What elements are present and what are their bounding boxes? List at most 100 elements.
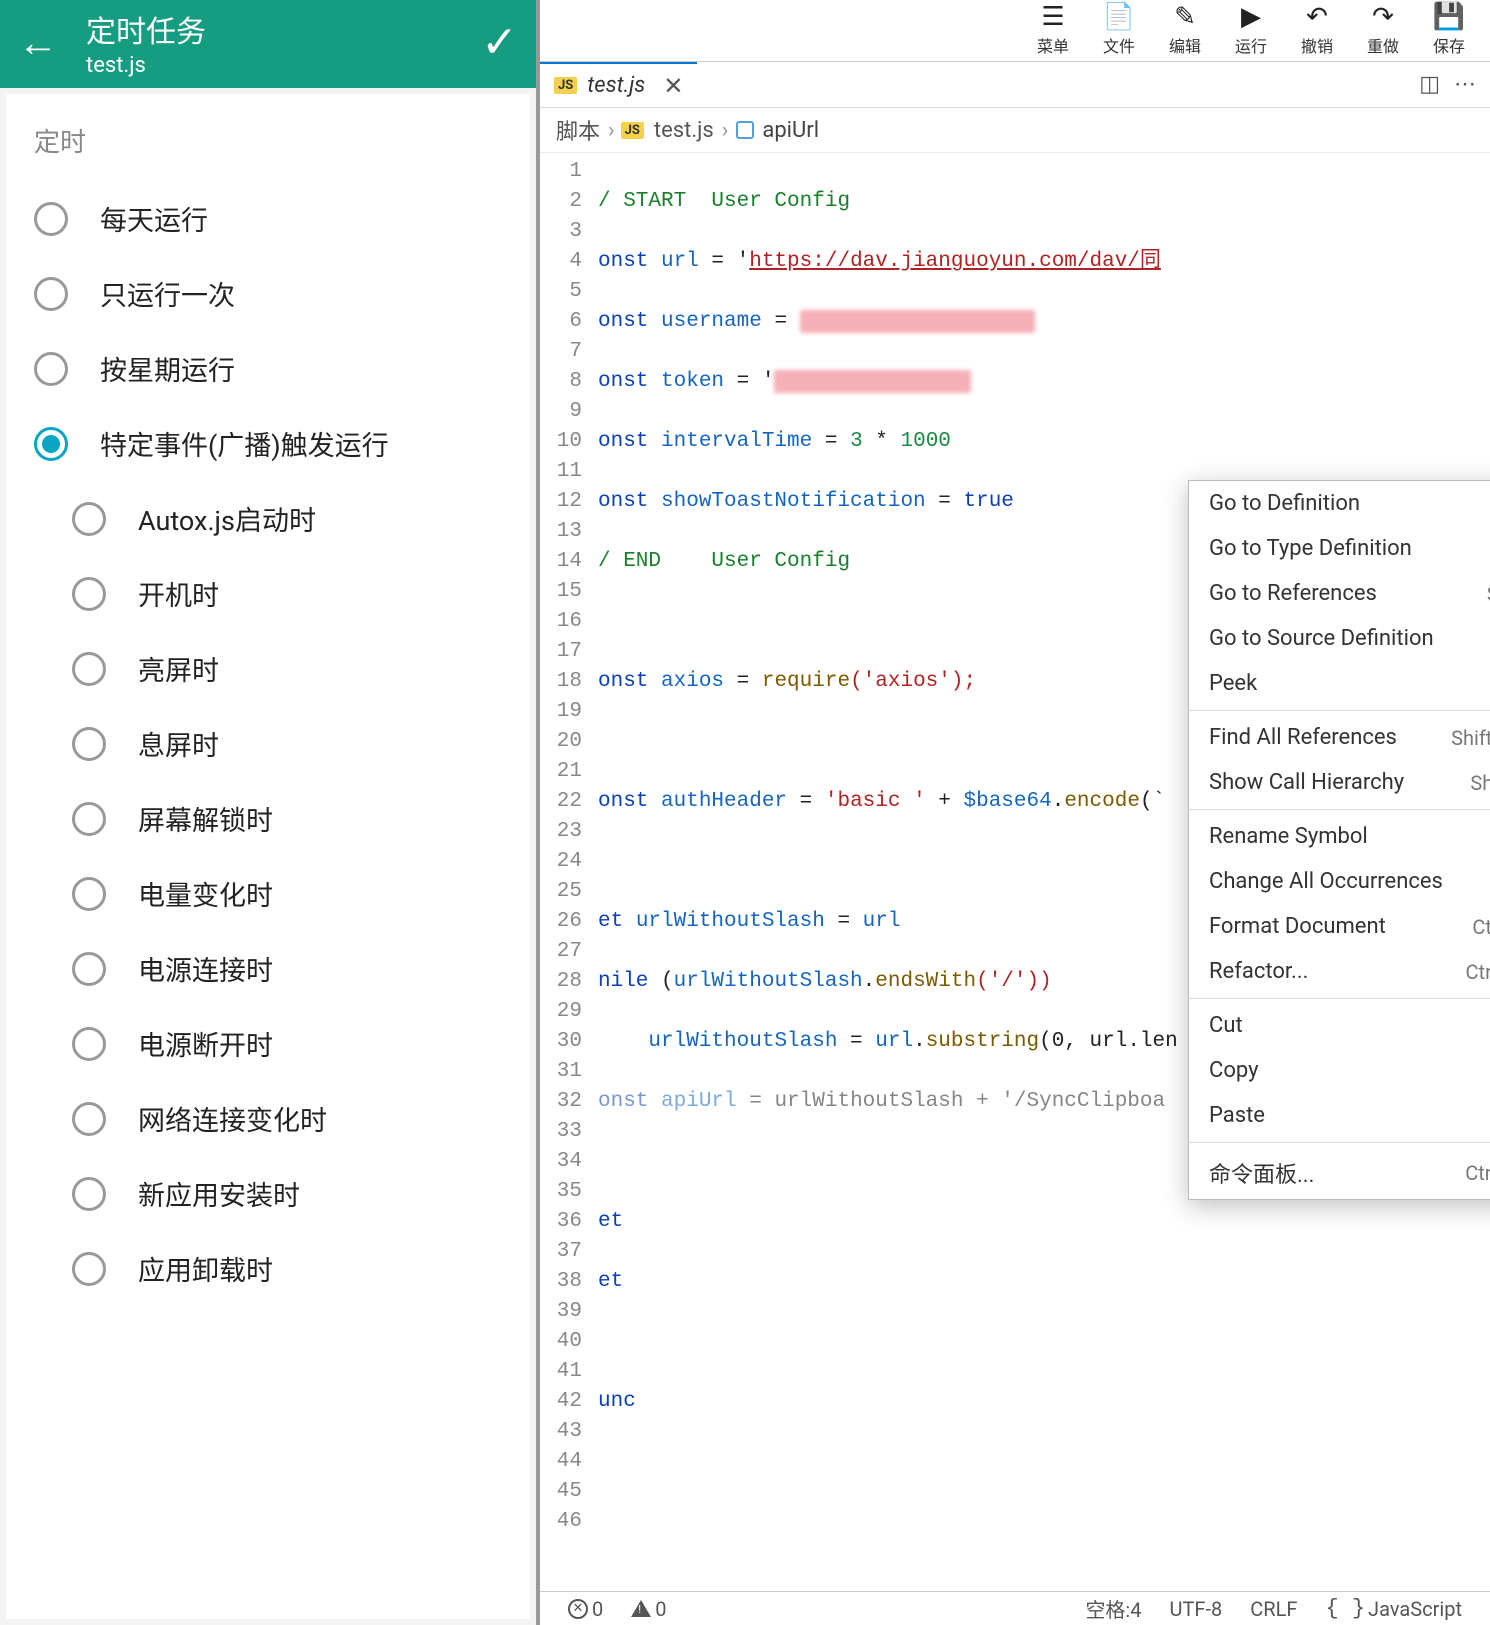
radio-label: 每天运行 [100,199,208,238]
split-editor-icon[interactable]: ◫ [1419,72,1440,97]
breadcrumb[interactable]: 脚本 › JS test.js › apiUrl [540,108,1490,153]
left-pane: ← 定时任务 test.js ✓ 定时 每天运行只运行一次按星期运行特定事件(广… [0,0,540,1625]
menu-item-shortcut: Shift+Alt+F12 [1451,726,1490,750]
menu-item[interactable]: 命令面板...Ctrl+Shift+P [1189,1147,1490,1199]
menu-item[interactable]: Go to Type Definition [1189,526,1490,571]
redacted-value: xxxxxxxxxxxxxxxxxx [800,310,1035,333]
menu-item[interactable]: Format DocumentCtrl+Shift+I [1189,904,1490,949]
file-button-icon: 📄 [1103,4,1135,30]
run-button[interactable]: ▶运行 [1218,0,1284,61]
radio-icon [72,877,106,911]
menu-item[interactable]: Rename SymbolF2 [1189,814,1490,859]
radio-option-5[interactable]: 开机时 [6,556,530,631]
menu-item-label: Change All Occurrences [1209,869,1443,894]
radio-option-1[interactable]: 只运行一次 [6,256,530,331]
status-encoding[interactable]: UTF-8 [1170,1597,1223,1621]
menu-item-label: Go to References [1209,581,1377,606]
radio-label: 电源断开时 [138,1024,273,1063]
radio-option-11[interactable]: 电源断开时 [6,1006,530,1081]
redo-button[interactable]: ↷重做 [1350,0,1416,61]
menu-item-shortcut: Shift+Alt+H [1470,771,1490,795]
radio-option-6[interactable]: 亮屏时 [6,631,530,706]
radio-option-10[interactable]: 电源连接时 [6,931,530,1006]
left-header: ← 定时任务 test.js ✓ [0,0,536,88]
radio-option-4[interactable]: Autox.js启动时 [6,481,530,556]
radio-icon [72,727,106,761]
menu-item-label: Paste [1209,1103,1265,1128]
menu-item[interactable]: Peek› [1189,661,1490,706]
menu-button[interactable]: ☰菜单 [1020,0,1086,61]
status-warnings[interactable]: 0 [631,1597,666,1621]
radio-option-13[interactable]: 新应用安装时 [6,1156,530,1231]
radio-icon [72,502,106,536]
radio-option-8[interactable]: 屏幕解锁时 [6,781,530,856]
menu-item-label: Show Call Hierarchy [1209,770,1404,795]
menu-item-label: Go to Definition [1209,491,1360,516]
radio-icon [72,1102,106,1136]
radio-label: 新应用安装时 [138,1174,300,1213]
breadcrumb-root[interactable]: 脚本 [556,114,600,146]
tab-close-icon[interactable]: ✕ [663,72,683,100]
undo-button[interactable]: ↶撤销 [1284,0,1350,61]
save-button-icon: 💾 [1433,4,1465,30]
breadcrumb-symbol[interactable]: apiUrl [762,118,819,143]
radio-label: 网络连接变化时 [138,1099,327,1138]
menu-item[interactable]: Go to Source Definition [1189,616,1490,661]
radio-option-12[interactable]: 网络连接变化时 [6,1081,530,1156]
menu-item[interactable]: Paste [1189,1093,1490,1138]
file-button[interactable]: 📄文件 [1086,0,1152,61]
menu-item-label: Refactor... [1209,959,1308,984]
confirm-icon[interactable]: ✓ [481,16,518,68]
radio-option-2[interactable]: 按星期运行 [6,331,530,406]
radio-icon [72,1027,106,1061]
radio-label: 按星期运行 [100,349,235,388]
menu-item-shortcut: Ctrl+Shift+P [1465,1161,1490,1185]
menu-item[interactable]: Copy [1189,1048,1490,1093]
line-gutter: 1234567891011121314151617181920212223242… [540,153,592,1591]
radio-label: 开机时 [138,574,219,613]
status-eol[interactable]: CRLF [1250,1597,1297,1621]
menu-item-label: Go to Source Definition [1209,626,1434,651]
undo-button-label: 撤销 [1301,33,1333,57]
more-icon[interactable]: ⋯ [1454,72,1476,97]
tab-testjs[interactable]: JS test.js ✕ [540,62,697,107]
menu-item[interactable]: Refactor...Ctrl+Shift+R [1189,949,1490,994]
radio-option-7[interactable]: 息屏时 [6,706,530,781]
radio-icon [72,1177,106,1211]
tab-filename: test.js [587,73,645,98]
timer-options-panel: 定时 每天运行只运行一次按星期运行特定事件(广播)触发运行Autox.js启动时… [6,94,530,1619]
edit-button[interactable]: ✎编辑 [1152,0,1218,61]
breadcrumb-file[interactable]: test.js [654,118,714,143]
back-icon[interactable]: ← [18,19,58,66]
menu-item-label: Find All References [1209,725,1397,750]
menu-item[interactable]: Go to ReferencesShift+F12 [1189,571,1490,616]
tab-bar: JS test.js ✕ ◫ ⋯ [540,62,1490,108]
menu-item[interactable]: Find All References Shift+Alt+F12 [1189,715,1490,760]
status-language[interactable]: { }JavaScript [1325,1596,1462,1621]
radio-label: 息屏时 [138,724,219,763]
menu-button-icon: ☰ [1041,4,1064,30]
radio-label: 应用卸载时 [138,1249,273,1288]
menu-item[interactable]: Change All OccurrencesCtrl+F2 [1189,859,1490,904]
radio-option-14[interactable]: 应用卸载时 [6,1231,530,1306]
radio-label: 电源连接时 [138,949,273,988]
menu-item[interactable]: Cut [1189,1003,1490,1048]
radio-icon [72,952,106,986]
radio-icon [72,1252,106,1286]
save-button[interactable]: 💾保存 [1416,0,1482,61]
radio-icon [34,427,68,461]
radio-icon [34,277,68,311]
context-menu: Go to DefinitionCtrl+F12Go to Type Defin… [1188,480,1490,1200]
menu-item[interactable]: Go to DefinitionCtrl+F12 [1189,481,1490,526]
run-button-icon: ▶ [1241,4,1261,30]
radio-icon [72,802,106,836]
status-bar: ✕0 0 空格:4 UTF-8 CRLF { }JavaScript [540,1591,1490,1625]
menu-item-shortcut: Ctrl+Shift+I [1472,915,1490,939]
menu-item[interactable]: Show Call Hierarchy Shift+Alt+H [1189,760,1490,805]
radio-option-9[interactable]: 电量变化时 [6,856,530,931]
radio-option-0[interactable]: 每天运行 [6,181,530,256]
radio-option-3[interactable]: 特定事件(广播)触发运行 [6,406,530,481]
status-spaces[interactable]: 空格:4 [1085,1594,1141,1623]
radio-label: 屏幕解锁时 [138,799,273,838]
status-errors[interactable]: ✕0 [568,1597,603,1621]
